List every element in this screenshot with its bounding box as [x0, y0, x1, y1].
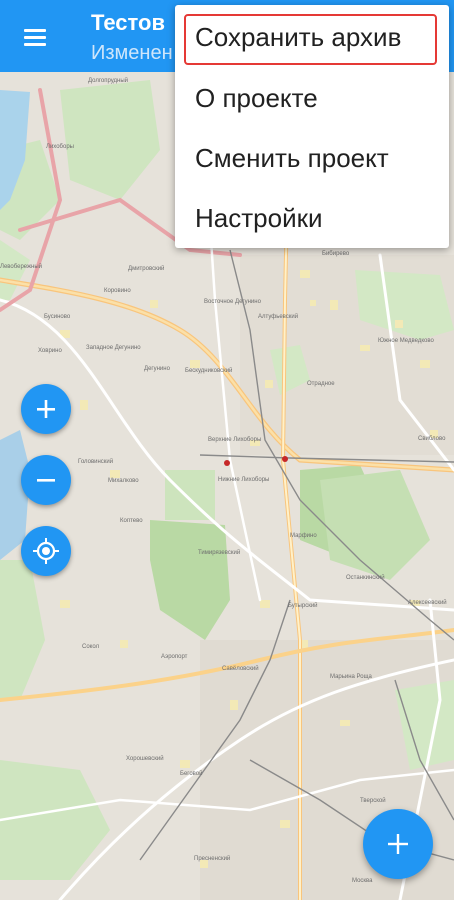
- locate-button[interactable]: [21, 526, 71, 576]
- menu-item-label: Сохранить архив: [195, 22, 402, 52]
- plus-icon: [37, 400, 55, 418]
- map-label: Хорошевский: [126, 755, 164, 762]
- map-label: Свиблово: [418, 436, 446, 442]
- map-label: Алексеевский: [408, 599, 447, 606]
- map-label: Верхние Лихоборы: [208, 437, 261, 443]
- menu-item-label: О проекте: [195, 83, 318, 113]
- map-label: Бескудниковский: [185, 367, 232, 374]
- menu-item-change-project[interactable]: Сменить проект: [175, 129, 449, 189]
- map-label: Бутырский: [288, 602, 318, 609]
- map-label: Алтуфьевский: [258, 313, 298, 320]
- menu-item-label: Настройки: [195, 203, 323, 233]
- map-label: Дегунино: [144, 366, 171, 372]
- map-label: Коровино: [104, 288, 131, 294]
- plus-icon: [388, 834, 408, 854]
- map-label: Останкинский: [346, 574, 385, 581]
- map-label: Лихоборы: [46, 144, 74, 150]
- map-label: Сокол: [82, 644, 100, 650]
- map-label: Левобережный: [0, 263, 42, 270]
- menu-item-about[interactable]: О проекте: [175, 69, 449, 129]
- map-label: Аэропорт: [161, 654, 188, 660]
- map-label: Бусиново: [44, 314, 71, 320]
- map-label: Марфино: [290, 533, 317, 539]
- map-label: Пресненский: [194, 855, 230, 862]
- map-label: Ховрино: [38, 348, 62, 354]
- map-label: Восточное Дегунино: [204, 299, 262, 305]
- map-label: Бибирево: [322, 251, 350, 257]
- map-label: Тимирязевский: [198, 549, 240, 556]
- map-label: Головинский: [78, 458, 113, 465]
- hamburger-menu-icon[interactable]: [14, 22, 56, 52]
- map-label: Савёловский: [222, 665, 259, 672]
- project-title: Тестов: [91, 10, 165, 35]
- minus-icon: [37, 479, 55, 482]
- map-label: Беговой: [180, 770, 202, 777]
- map-label: Михалково: [108, 478, 139, 484]
- map-label: Тверской: [360, 797, 386, 804]
- add-button[interactable]: [363, 809, 433, 879]
- menu-item-label: Сменить проект: [195, 143, 389, 173]
- map-label: Дмитровский: [128, 265, 164, 272]
- menu-item-save-archive[interactable]: Сохранить архив: [175, 8, 449, 68]
- zoom-in-button[interactable]: [21, 384, 71, 434]
- map-label: Нижние Лихоборы: [218, 477, 269, 483]
- map-label: Коптево: [120, 518, 143, 524]
- map-label: Марьина Роща: [330, 674, 373, 680]
- menu-item-settings[interactable]: Настройки: [175, 189, 449, 249]
- zoom-out-button[interactable]: [21, 455, 71, 505]
- overflow-menu: Сохранить архив О проекте Сменить проект…: [175, 5, 449, 248]
- map-label: Долгопрудный: [88, 77, 128, 84]
- map-label: Западное Дегунино: [86, 345, 141, 351]
- map-label: Отрадное: [307, 381, 335, 387]
- project-subtitle: Изменен: [91, 42, 173, 64]
- gps-locate-icon: [33, 538, 59, 564]
- map-label: Южное Медведково: [378, 338, 434, 344]
